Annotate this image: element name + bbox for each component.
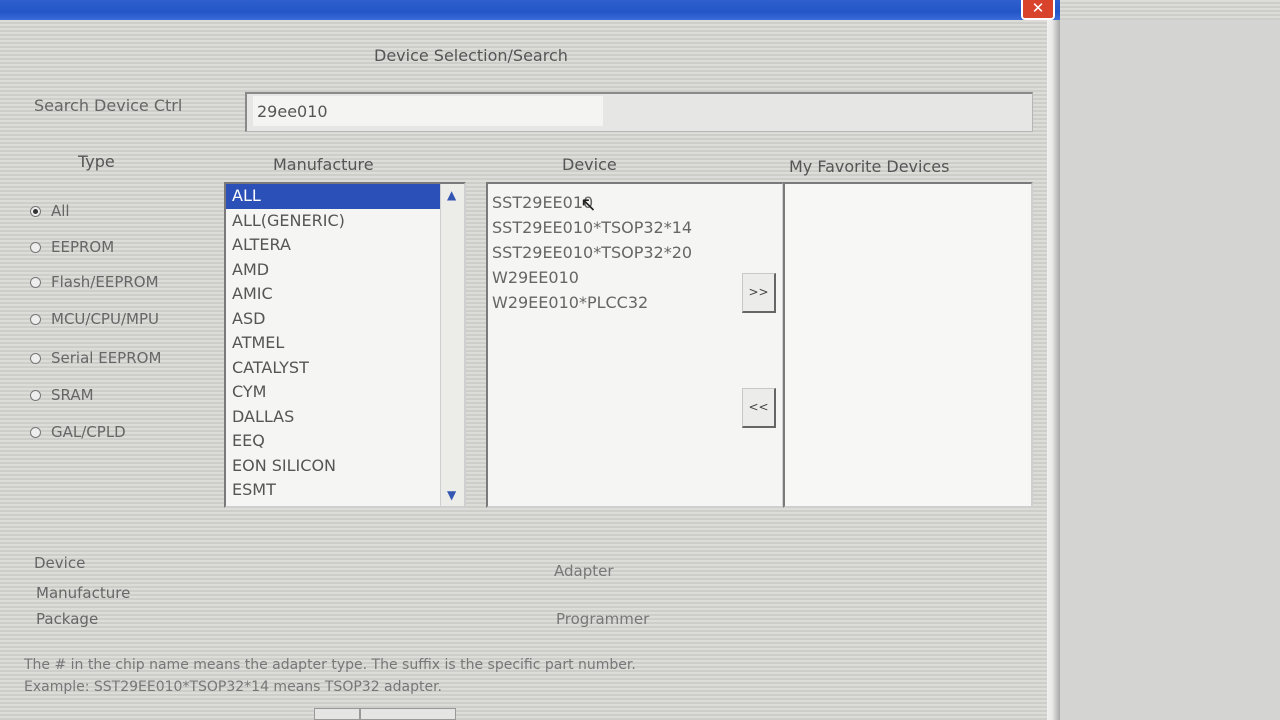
manufacturer-item[interactable]: DALLAS	[226, 405, 440, 430]
manufacturer-item[interactable]: AMIC	[226, 282, 440, 307]
type-option-flash[interactable]: Flash/EEPROM	[30, 270, 159, 294]
type-option-label: Flash/EEPROM	[51, 273, 159, 291]
programmer-label: Programmer	[556, 610, 650, 628]
manufacturer-item[interactable]: ESMT	[226, 478, 440, 503]
radio-button[interactable]	[30, 276, 41, 288]
favorites-listbox[interactable]	[783, 182, 1033, 508]
radio-button[interactable]	[30, 389, 41, 401]
manufacture-header: Manufacture	[273, 155, 374, 174]
radio-button[interactable]	[30, 205, 41, 217]
ok-button[interactable]	[314, 708, 360, 720]
info-manufacture-label: Manufacture	[36, 584, 131, 602]
type-option-label: SRAM	[51, 386, 94, 404]
info-device-label: Device	[34, 554, 86, 572]
close-button[interactable]: ✕	[1021, 0, 1055, 20]
device-item[interactable]: W29EE010*PLCC32	[488, 290, 782, 315]
manufacturer-item[interactable]: CATALYST	[226, 356, 440, 381]
type-option-label: GAL/CPLD	[51, 423, 126, 441]
device-header: Device	[562, 155, 617, 174]
type-option-eeprom[interactable]: EEPROM	[30, 235, 114, 259]
device-item[interactable]: SST29EE010	[488, 190, 782, 215]
device-item[interactable]: W29EE010	[488, 265, 782, 290]
type-option-all[interactable]: All	[30, 199, 70, 223]
help-note-line1: The # in the chip name means the adapter…	[24, 657, 636, 673]
add-favorite-button[interactable]: >>	[742, 273, 776, 313]
type-option-label: EEPROM	[51, 238, 115, 256]
type-option-gal-cpld[interactable]: GAL/CPLD	[30, 420, 126, 444]
window-titlebar[interactable]	[0, 0, 1060, 20]
cancel-button[interactable]	[360, 708, 456, 720]
type-option-label: MCU/CPU/MPU	[51, 310, 159, 328]
device-item[interactable]: SST29EE010*TSOP32*20	[488, 240, 782, 265]
radio-button[interactable]	[30, 313, 41, 325]
device-listbox[interactable]: SST29EE010 SST29EE010*TSOP32*14 SST29EE0…	[486, 182, 784, 508]
radio-button[interactable]	[30, 352, 41, 364]
type-option-sram[interactable]: SRAM	[30, 383, 94, 407]
mouse-cursor-icon: ↖	[580, 192, 597, 216]
manufacturer-item[interactable]: AMD	[226, 258, 440, 283]
scroll-up-icon[interactable]: ▲	[447, 188, 456, 202]
window-right-border	[1047, 20, 1060, 720]
device-item[interactable]: SST29EE010*TSOP32*14	[488, 215, 782, 240]
type-option-mcu[interactable]: MCU/CPU/MPU	[30, 307, 159, 331]
help-note-line2: Example: SST29EE010*TSOP32*14 means TSOP…	[24, 679, 443, 695]
adapter-label: Adapter	[554, 562, 614, 580]
manufacturer-item[interactable]: ATMEL	[226, 331, 440, 356]
info-package-label: Package	[36, 610, 99, 628]
manufacturer-item[interactable]: ALL	[226, 184, 440, 209]
search-field-frame	[245, 92, 1033, 132]
search-input[interactable]	[253, 96, 603, 126]
manufacturer-item[interactable]: ALTERA	[226, 233, 440, 258]
manufacturer-item[interactable]: ALL(GENERIC)	[226, 209, 440, 234]
radio-button[interactable]	[30, 241, 41, 253]
type-header: Type	[78, 152, 115, 171]
search-label: Search Device Ctrl	[34, 96, 183, 115]
manufacturer-item[interactable]: CYM	[226, 380, 440, 405]
remove-favorite-button[interactable]: <<	[742, 388, 776, 428]
manufacturer-item[interactable]: EON SILICON	[226, 454, 440, 479]
radio-button[interactable]	[30, 426, 41, 438]
desktop-background	[1060, 20, 1280, 720]
type-option-label: All	[51, 202, 70, 220]
dialog-title: Device Selection/Search	[374, 46, 568, 65]
scroll-down-icon[interactable]: ▼	[447, 488, 456, 502]
type-option-label: Serial EEPROM	[51, 349, 162, 367]
manufacturer-item[interactable]: EEQ	[226, 429, 440, 454]
manufacturer-scrollbar[interactable]: ▲ ▼	[440, 184, 464, 506]
manufacturer-listbox[interactable]: ALL ALL(GENERIC) ALTERA AMD AMIC ASD ATM…	[224, 182, 466, 508]
manufacturer-item[interactable]: ASD	[226, 307, 440, 332]
type-option-serial-eeprom[interactable]: Serial EEPROM	[30, 346, 161, 370]
favorites-header: My Favorite Devices	[789, 157, 950, 176]
